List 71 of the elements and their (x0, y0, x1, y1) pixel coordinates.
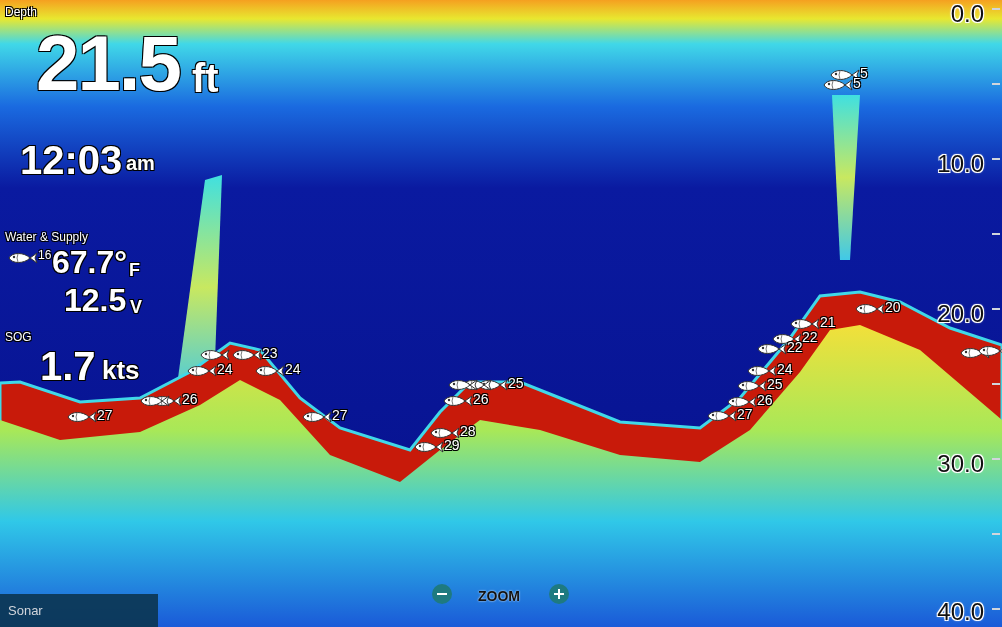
fish-depth-label: 25 (767, 377, 783, 391)
depth-scale-label: 40.0 (937, 600, 984, 624)
temperature-unit: F (129, 261, 140, 279)
fish-icon (727, 395, 757, 409)
fish-depth-label: 25 (508, 376, 524, 390)
fish-depth-label: 29 (444, 438, 460, 452)
fish-icon (737, 379, 767, 393)
fish-icon (430, 426, 460, 440)
fish-icon (67, 410, 97, 424)
fish-icon (187, 364, 217, 378)
water-temperature: 67.7° (52, 246, 128, 278)
voltage-value: 12.5 (64, 284, 127, 316)
fish-icon (855, 302, 885, 316)
scale-tick (992, 533, 1000, 535)
depth-value: 21.5 (36, 24, 180, 102)
fish-depth-label: 24 (777, 362, 793, 376)
fish-icon (978, 344, 1002, 358)
time-value: 12:03 (20, 140, 123, 180)
fish-depth-label: 26 (757, 393, 773, 407)
fish-icon (414, 440, 444, 454)
fish-icon (823, 78, 853, 92)
sog-label: SOG (5, 329, 32, 346)
fish-depth-label: 27 (332, 408, 348, 422)
fish-icon (255, 364, 285, 378)
depth-unit: ft (192, 58, 219, 98)
fish-depth-label: 5 (860, 66, 868, 80)
scale-tick (992, 608, 1000, 610)
depth-scale-label: 30.0 (937, 452, 984, 476)
plus-icon (553, 588, 565, 600)
fish-icon (790, 317, 820, 331)
fish-icon (8, 251, 38, 265)
fish-icon (200, 348, 230, 362)
sog-value: 1.7 (40, 346, 96, 386)
depth-scale-label: 10.0 (937, 152, 984, 176)
fish-icon (707, 409, 737, 423)
fish-icon (302, 410, 332, 424)
fish-depth-label: 26 (473, 392, 489, 406)
time-period: am (126, 153, 155, 173)
water-supply-label: Water & Supply (5, 229, 88, 246)
depth-scale-label: 20.0 (937, 302, 984, 326)
sog-unit: kts (102, 357, 140, 383)
scale-tick (992, 383, 1000, 385)
scale-tick (992, 8, 1000, 10)
scale-tick (992, 308, 1000, 310)
scale-tick (992, 83, 1000, 85)
fish-depth-label: 23 (262, 346, 278, 360)
scale-tick (992, 158, 1000, 160)
depth-scale-label: 0.0 (950, 2, 984, 26)
fish-depth-label: 22 (787, 340, 803, 354)
fish-icon (448, 378, 478, 392)
fish-depth-label: 24 (217, 362, 233, 376)
fish-icon (757, 342, 787, 356)
sonar-panel-label: Sonar (0, 594, 158, 627)
fish-icon (232, 348, 262, 362)
scale-tick (992, 458, 1000, 460)
voltage-unit: V (130, 298, 142, 316)
fish-icon (443, 394, 473, 408)
fish-depth-label: 5 (853, 76, 861, 90)
fish-depth-label: 24 (285, 362, 301, 376)
fish-icon (140, 394, 170, 408)
zoom-label: ZOOM (478, 587, 520, 606)
fish-depth-label: 22 (802, 330, 818, 344)
fish-depth-label: 27 (97, 408, 113, 422)
fish-depth-label: 20 (885, 300, 901, 314)
fish-depth-label: 21 (820, 315, 836, 329)
fish-depth-label: 16 (38, 249, 52, 261)
fish-icon (747, 364, 777, 378)
fish-depth-label: 27 (737, 407, 753, 421)
scale-tick (992, 233, 1000, 235)
fish-depth-label: 26 (182, 392, 198, 406)
depth-label: Depth (5, 4, 38, 21)
